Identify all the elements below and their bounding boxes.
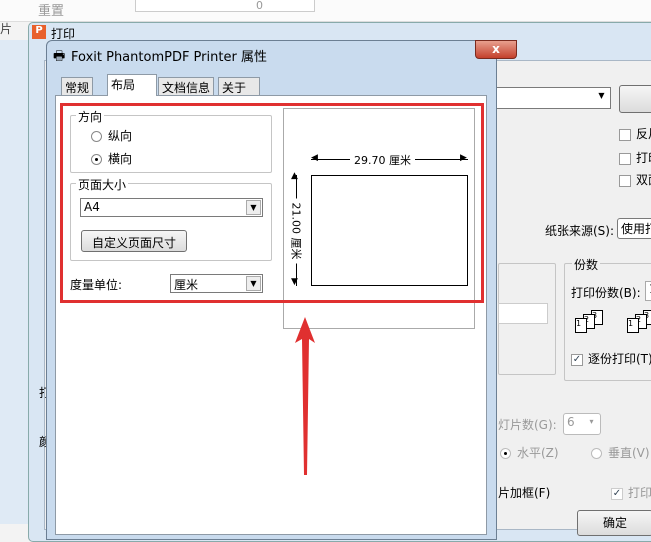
paper-source-label: 纸张来源(S): (545, 224, 615, 238)
duplex-checkbox[interactable]: 双面 (619, 171, 651, 188)
background-toolbar: 重置 0 (0, 0, 651, 22)
printer-select[interactable]: ▼ (481, 87, 611, 109)
print2-checkbox[interactable]: ✓ 打印 (611, 484, 651, 501)
background-area (0, 40, 30, 524)
properties-button[interactable] (619, 85, 651, 113)
copies-input[interactable]: 1 (645, 281, 651, 301)
slides-select[interactable]: 6 ▾ (563, 413, 601, 435)
highlight-box (60, 103, 484, 303)
font-size-box[interactable]: 0 (135, 0, 315, 12)
properties-dialog-title: Foxit PhantomPDF Printer 属性 (71, 50, 267, 65)
reverse-checkbox[interactable]: 反片 (619, 125, 651, 142)
range-select[interactable] (498, 303, 548, 324)
copies-group: 份数 打印份数(B): 1 321 321 ✓逐份打印(T) (564, 256, 651, 381)
copies-label: 打印份数(B): (571, 286, 641, 300)
close-icon: x (492, 42, 500, 56)
slides-per-page: 灯片数(G): (498, 418, 557, 432)
paper-source-select[interactable]: 使用打 (617, 218, 651, 239)
frame-label[interactable]: 片加框(F) (498, 484, 550, 501)
horizontal-radio[interactable]: 水平(Z) (500, 444, 559, 461)
tab-general[interactable]: 常规 (61, 77, 94, 96)
tab-layout[interactable]: 布局 (107, 74, 157, 96)
printer-icon: 🖶 (53, 49, 66, 64)
app-logo-icon: P (32, 25, 46, 39)
bg-left-label: 片 (0, 22, 13, 36)
reset-label[interactable]: 重置 (38, 0, 64, 19)
annotation-arrow-icon (295, 317, 315, 475)
tab-document-info[interactable]: 文档信息 (158, 77, 215, 96)
font-size-value: 0 (256, 0, 263, 12)
vertical-radio[interactable]: 垂直(V) (591, 444, 650, 461)
ok-button[interactable]: 确定 (577, 510, 651, 536)
print-to-file-checkbox[interactable]: 打印 (619, 149, 651, 166)
close-button[interactable]: x (475, 40, 517, 59)
copies-group-label: 份数 (572, 256, 601, 273)
collate-checkbox[interactable]: ✓ 逐份打印(T) (571, 350, 651, 367)
tab-about[interactable]: 关于 (218, 77, 260, 96)
